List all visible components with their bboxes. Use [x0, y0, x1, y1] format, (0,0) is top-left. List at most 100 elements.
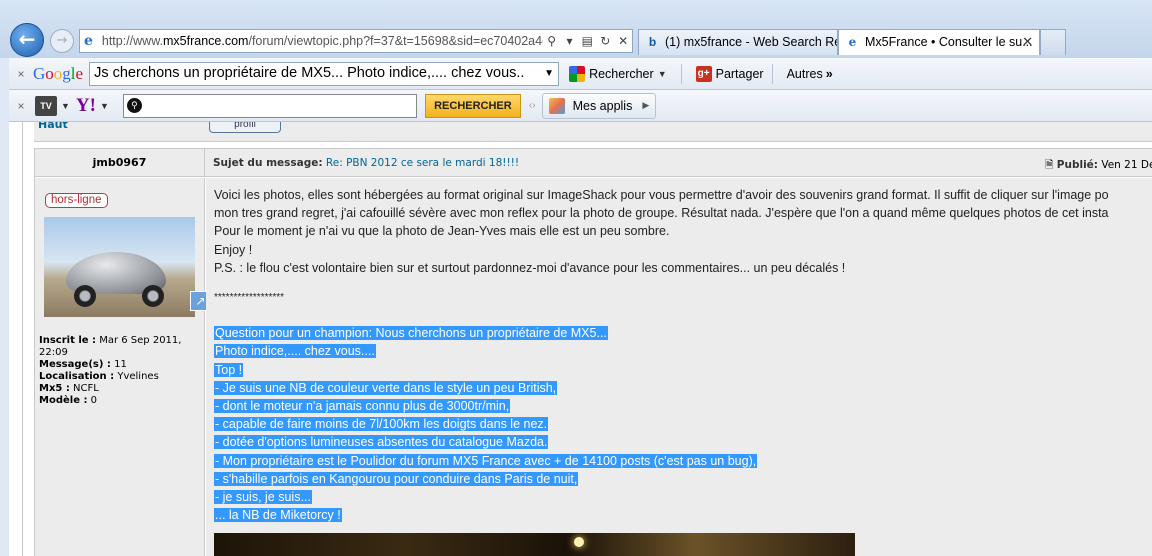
stop-icon[interactable]: ✕	[614, 34, 632, 48]
post-subject: Sujet du message: Re: PBN 2012 ce sera l…	[213, 157, 519, 169]
post-author[interactable]: jmb0967	[35, 149, 205, 177]
tv-icon[interactable]: TV	[35, 95, 57, 116]
compatibility-view-icon[interactable]: ▤	[578, 34, 596, 48]
status-badge: hors-ligne	[45, 193, 108, 208]
google-search-button[interactable]: Rechercher ▼	[565, 65, 677, 82]
location-value: Yvelines	[117, 371, 159, 382]
google-search-button-label: Rechercher	[589, 66, 654, 81]
avatar	[44, 217, 195, 317]
address-bar[interactable]: e http://www.mx5france.com/forum/viewtop…	[79, 29, 633, 53]
my-apps-label: Mes applis	[572, 98, 633, 113]
double-chevron-right-icon: »	[825, 66, 833, 81]
share-button-label: Partager	[715, 66, 764, 81]
yahoo-toolbar: × TV ▼ Y! ▼ ⚲ RECHERCHER ‹› Mes applis ▶	[9, 90, 1152, 122]
back-button[interactable]: ←	[10, 23, 44, 57]
selected-text-block[interactable]: Question pour un champion: Nous cherchon…	[214, 324, 1152, 524]
tab-label: (1) mx5france - Web Search Re...	[665, 35, 838, 49]
post-paragraph: Pour le moment je n'ai vu que la photo d…	[214, 224, 670, 239]
author-profile: hors-ligne ↗ Inscrit le : Mar 6 Sep 2011…	[35, 178, 211, 556]
toolbar-grip-icon[interactable]: ‹›	[529, 100, 536, 111]
car-wheel	[142, 285, 164, 307]
post-paragraph: Voici les photos, elles sont hébergées a…	[214, 188, 1109, 202]
profile-button[interactable]: profil	[209, 122, 281, 133]
selected-line[interactable]: Photo indice,.... chez vous....	[214, 344, 376, 359]
user-info: Inscrit le : Mar 6 Sep 2011, 22:09 Messa…	[39, 335, 181, 407]
divider	[680, 63, 682, 84]
subject-label: Sujet du message:	[213, 157, 323, 169]
close-toolbar-icon[interactable]: ×	[9, 99, 33, 113]
forward-button[interactable]: →	[50, 29, 74, 53]
post-paragraph: Enjoy !	[214, 242, 253, 257]
google-search-input[interactable]: Js cherchons un propriétaire de MX5... P…	[89, 61, 560, 86]
forum-page: Haut profil jmb0967 Sujet du message: Re…	[23, 122, 1152, 556]
selected-line[interactable]: ... la NB de Miketorcy !	[214, 508, 342, 523]
night-photo[interactable]	[214, 533, 855, 556]
chevron-down-icon[interactable]: ▼	[100, 101, 109, 111]
subject-link[interactable]: Re: PBN 2012 ce sera le mardi 18!!!!	[326, 157, 519, 169]
joined-value: Mar 6 Sep 2011,	[99, 335, 182, 346]
selected-line[interactable]: - dont le moteur n'a jamais connu plus d…	[214, 398, 511, 413]
my-apps-button[interactable]: Mes applis ▶	[541, 92, 657, 119]
tab-mx5france[interactable]: e Mx5France • Consulter le su... ✕	[838, 29, 1040, 55]
mx5-value: NCFL	[73, 383, 99, 394]
published-label: Publié:	[1056, 159, 1099, 171]
post-body: Voici les photos, elles sont hébergées a…	[206, 178, 1152, 556]
apps-icon	[548, 97, 565, 114]
yahoo-search-input[interactable]: ⚲	[122, 93, 417, 118]
post-paragraph: mon tres grand regret, j'ai cafouillé sé…	[214, 206, 1109, 221]
bing-icon: b	[648, 35, 657, 49]
back-to-top-link[interactable]: Haut	[38, 122, 68, 131]
location-label: Localisation :	[39, 371, 115, 382]
post-content: Voici les photos, elles sont hébergées a…	[214, 186, 1152, 524]
selected-line[interactable]: Top !	[214, 362, 244, 377]
refresh-icon[interactable]: ↻	[596, 34, 614, 48]
messages-value: 11	[114, 359, 127, 370]
tab-label: Mx5France • Consulter le su...	[865, 35, 1033, 49]
joined-time: 22:09	[39, 347, 68, 358]
search-icon[interactable]: ⚲	[543, 34, 561, 48]
yahoo-logo[interactable]: Y!	[76, 95, 96, 117]
model-value: 0	[90, 395, 98, 406]
mx5-label: Mx5 :	[39, 383, 70, 394]
selected-line[interactable]: Question pour un champion: Nous cherchon…	[214, 326, 608, 341]
tab-web-search[interactable]: b (1) mx5france - Web Search Re...	[638, 29, 838, 55]
chevron-down-icon[interactable]: ▼	[61, 101, 70, 111]
divider	[771, 63, 773, 84]
forum-post: jmb0967 Sujet du message: Re: PBN 2012 c…	[34, 148, 1152, 556]
selected-line[interactable]: - Mon propriétaire est le Poulidor du fo…	[214, 453, 758, 468]
google-logo: Google	[33, 63, 84, 83]
selected-line[interactable]: - je suis, je suis...	[214, 489, 312, 504]
messages-label: Message(s) :	[39, 359, 111, 370]
post-icon[interactable]: 🗎	[1045, 159, 1053, 171]
page-left-border	[9, 122, 23, 556]
url-text[interactable]: http://www.mx5france.com/forum/viewtopic…	[102, 34, 543, 48]
previous-post-footer: Haut profil	[34, 122, 1152, 142]
share-button[interactable]: g+ Partager	[692, 65, 768, 82]
share-icon: g+	[695, 65, 712, 82]
selected-line[interactable]: - capable de faire moins de 7l/100km les…	[214, 417, 549, 432]
street-light	[574, 537, 584, 547]
selected-line[interactable]: - dotée d'options lumineuses absentes du…	[214, 435, 549, 450]
chevron-down-icon[interactable]: ▼	[658, 69, 667, 79]
post-date: 🗎 Publié: Ven 21 Dé	[1045, 157, 1152, 175]
dropdown-arrow-icon[interactable]: ▾	[561, 34, 579, 48]
close-toolbar-icon[interactable]: ×	[9, 67, 33, 81]
browser-titlebar: ← → e http://www.mx5france.com/forum/vie…	[0, 0, 1152, 58]
google-search-value: Js cherchons un propriétaire de MX5... P…	[94, 64, 525, 81]
google-toolbar: × Google Js cherchons un propriétaire de…	[9, 58, 1152, 90]
more-button-label: Autres	[786, 66, 823, 81]
selected-line[interactable]: - s'habille parfois en Kangourou pour co…	[214, 471, 579, 486]
new-tab-button[interactable]	[1040, 29, 1066, 55]
ie-page-icon: e	[848, 35, 857, 49]
published-value: Ven 21 Dé	[1101, 159, 1152, 171]
model-label: Modèle :	[39, 395, 88, 406]
close-tab-icon[interactable]: ✕	[1022, 34, 1033, 50]
chevron-down-icon[interactable]: ▼	[544, 65, 554, 83]
post-paragraph: P.S. : le flou c'est volontaire bien sur…	[214, 260, 846, 275]
search-icon: ⚲	[126, 98, 142, 113]
more-button[interactable]: Autres »	[783, 67, 837, 81]
yahoo-search-button[interactable]: RECHERCHER	[424, 93, 521, 118]
selected-line[interactable]: - Je suis une NB de couleur verte dans l…	[214, 380, 558, 395]
post-header: jmb0967 Sujet du message: Re: PBN 2012 c…	[35, 149, 1152, 177]
ie-page-icon: e	[84, 33, 93, 49]
